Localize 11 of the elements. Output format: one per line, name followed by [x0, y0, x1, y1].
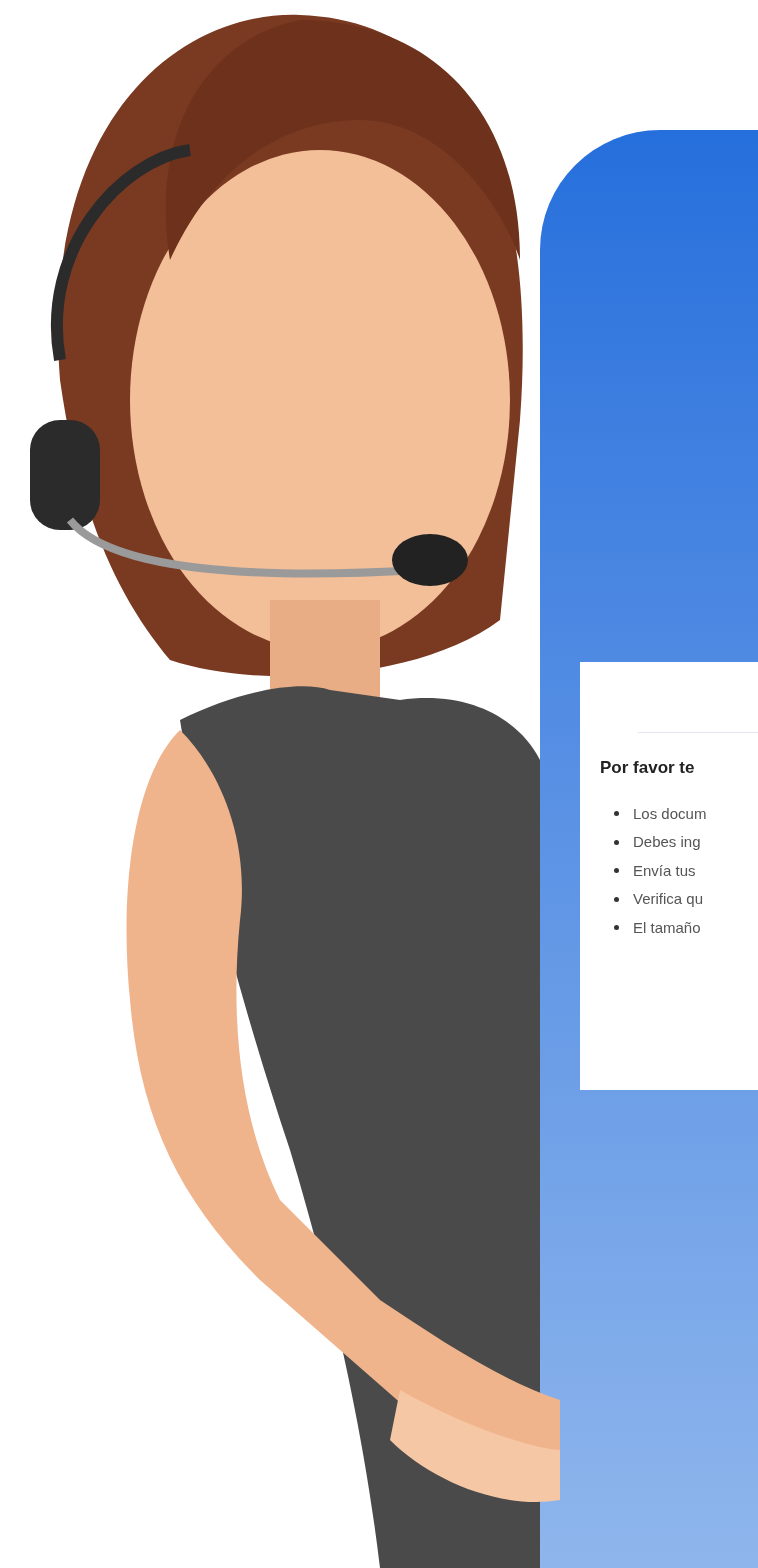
bullet-icon	[614, 868, 619, 874]
bullet-icon	[614, 811, 619, 817]
list-item: Los docum	[633, 803, 707, 824]
card-heading: Por favor te	[600, 757, 696, 779]
bullet-icon	[614, 839, 619, 845]
list-item: Verifica qu	[633, 889, 704, 909]
bullet-icon	[614, 925, 619, 931]
bullet-icon	[614, 896, 619, 902]
list-item: Debes ing	[633, 832, 701, 852]
list-item: El tamaño	[633, 917, 701, 938]
list-item: Envía tus	[633, 860, 696, 881]
